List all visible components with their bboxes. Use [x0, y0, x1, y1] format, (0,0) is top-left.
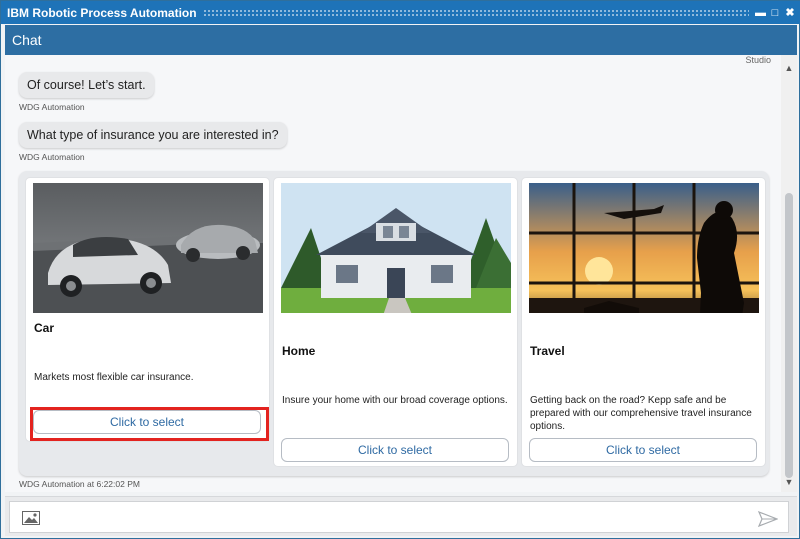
scroll-down-icon[interactable]: ▼	[781, 477, 797, 487]
titlebar-grip	[202, 9, 749, 16]
window-titlebar: IBM Robotic Process Automation ▬ □ ✖	[1, 1, 800, 24]
scroll-thumb[interactable]	[785, 193, 793, 478]
studio-label: Studio	[745, 55, 771, 65]
message-list: Studio Of course! Let’s start. WDG Autom…	[5, 55, 781, 492]
scroll-up-icon[interactable]: ▲	[781, 63, 797, 73]
app-window: IBM Robotic Process Automation ▬ □ ✖ Cha…	[0, 0, 800, 539]
card-description: Getting back on the road? Kepp safe and …	[530, 395, 752, 432]
card-travel: Travel Getting back on the road? Kepp sa…	[521, 177, 766, 467]
card-description: Insure your home with our broad coverage…	[282, 395, 508, 406]
car-image	[33, 183, 263, 313]
card-home: Home Insure your home with our broad cov…	[273, 177, 518, 467]
message-bubble: Of course! Let’s start.	[19, 72, 154, 98]
message-sender: WDG Automation	[19, 102, 85, 112]
window-title: IBM Robotic Process Automation	[7, 5, 197, 20]
selection-highlight	[30, 407, 269, 441]
chat-title: Chat	[12, 32, 42, 48]
scrollbar[interactable]: ▲ ▼	[781, 55, 797, 492]
window-controls: ▬ □ ✖	[755, 7, 795, 18]
card-description: Markets most flexible car insurance.	[34, 372, 194, 383]
message-input[interactable]	[9, 501, 789, 533]
card-title: Car	[34, 321, 55, 335]
card-car: Car Markets most flexible car insurance.…	[25, 177, 270, 442]
message-bubble: What type of insurance you are intereste…	[19, 122, 287, 148]
composer	[5, 496, 797, 536]
minimize-icon[interactable]: ▬	[755, 7, 766, 18]
home-image	[281, 183, 511, 313]
select-home-button[interactable]: Click to select	[281, 438, 509, 462]
message-timestamp: WDG Automation at 6:22:02 PM	[19, 479, 140, 489]
card-carousel: Car Markets most flexible car insurance.…	[19, 171, 769, 476]
image-icon[interactable]	[22, 511, 40, 525]
maximize-icon[interactable]: □	[770, 7, 780, 18]
card-title: Travel	[530, 344, 565, 358]
message-sender: WDG Automation	[19, 152, 85, 162]
close-icon[interactable]: ✖	[785, 7, 795, 18]
card-title: Home	[282, 344, 316, 358]
chat-header: Chat	[5, 25, 797, 55]
send-icon[interactable]	[757, 510, 779, 528]
travel-image	[529, 183, 759, 313]
select-travel-button[interactable]: Click to select	[529, 438, 757, 462]
